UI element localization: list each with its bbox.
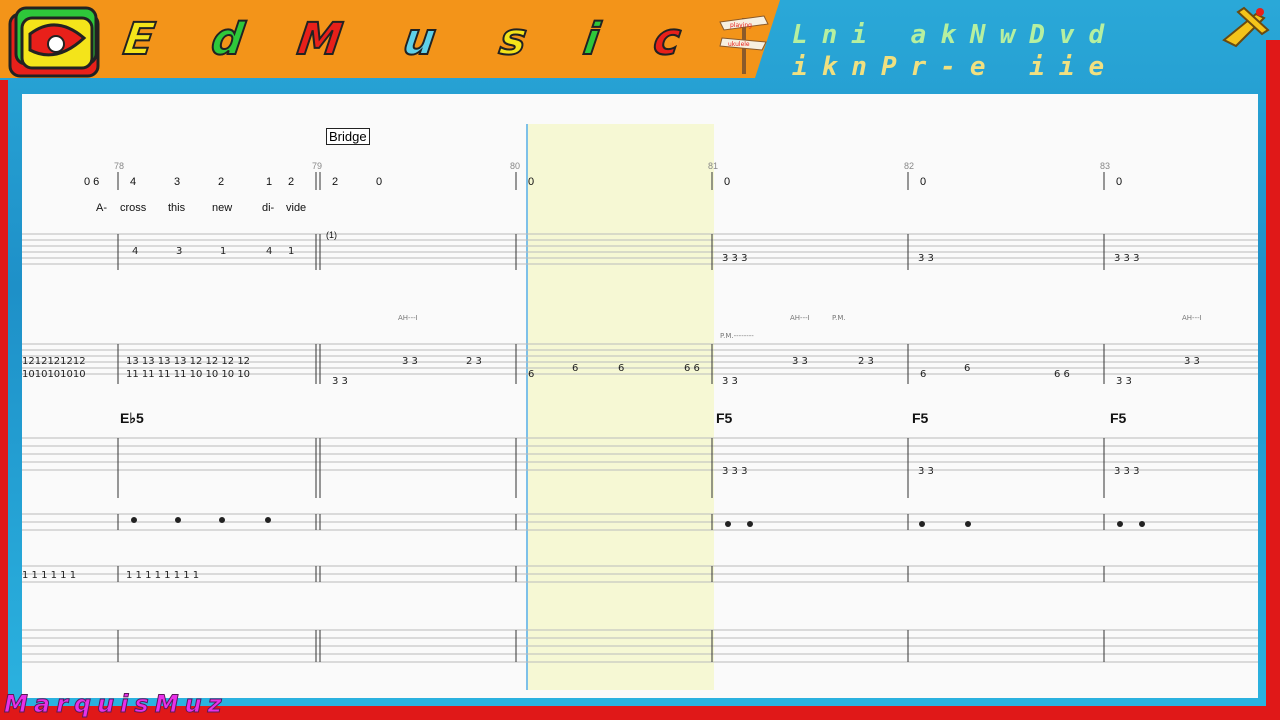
tied-note: (1) bbox=[326, 230, 337, 240]
section-label: Bridge bbox=[326, 128, 370, 145]
lyric-syllable: di- bbox=[262, 202, 275, 214]
vocal-tab-number: 0 bbox=[724, 176, 731, 188]
vocal-tab-number: 2 bbox=[332, 176, 339, 188]
vocal-tab-number: 0 bbox=[528, 176, 535, 188]
svg-text:2 3: 2 3 bbox=[858, 356, 874, 367]
svg-text:3 3: 3 3 bbox=[918, 466, 934, 477]
svg-text:1010101010: 1010101010 bbox=[22, 369, 86, 380]
bar-number: 79 bbox=[312, 161, 323, 171]
chord-symbol: F5 bbox=[912, 410, 929, 426]
vocal-tab-number: 0 bbox=[920, 176, 927, 188]
title-letter-m: M bbox=[293, 13, 346, 66]
svg-text:3 3: 3 3 bbox=[792, 356, 808, 367]
svg-text:3 3 3: 3 3 3 bbox=[722, 466, 747, 477]
score-sheet: 431 41 3 3 33 3 3 3 3 1212121212 10101010… bbox=[22, 94, 1258, 698]
signpost-icon: playing ukulele bbox=[718, 14, 770, 74]
vocal-tab-number: 1 bbox=[266, 176, 273, 188]
channel-logo bbox=[6, 4, 106, 84]
channel-watermark: MarquisMuz bbox=[4, 690, 228, 719]
svg-text:1 1 1 1 1 1: 1 1 1 1 1 1 bbox=[22, 570, 76, 581]
bar-number: 82 bbox=[904, 161, 915, 171]
svg-text:1: 1 bbox=[220, 246, 226, 257]
svg-text:2 3: 2 3 bbox=[466, 356, 482, 367]
bar-number: 80 bbox=[510, 161, 521, 171]
chord-symbol: F5 bbox=[1110, 410, 1127, 426]
airplane-icon bbox=[1216, 0, 1276, 58]
svg-text:3 3 3: 3 3 3 bbox=[1114, 253, 1139, 264]
vocal-tab-number: 4 bbox=[130, 176, 137, 188]
svg-text:3 3: 3 3 bbox=[918, 253, 934, 264]
subtitle-line-2: iknPr-e iie bbox=[792, 52, 1119, 82]
svg-text:3 3: 3 3 bbox=[332, 376, 348, 387]
frame-border-left bbox=[0, 80, 8, 720]
sign-label-playing: playing bbox=[730, 22, 752, 29]
lyric-syllable: vide bbox=[286, 202, 307, 214]
svg-text:6: 6 bbox=[528, 369, 534, 380]
vocal-tab-number: 2 bbox=[288, 176, 295, 188]
frame-border-right bbox=[1266, 40, 1280, 720]
svg-text:1212121212: 1212121212 bbox=[22, 356, 86, 367]
bar-number: 83 bbox=[1100, 161, 1111, 171]
svg-text:3: 3 bbox=[176, 246, 182, 257]
svg-text:6 6: 6 6 bbox=[684, 363, 700, 374]
svg-text:6: 6 bbox=[920, 369, 926, 380]
subtitle-line-1: Lni akNwDvd bbox=[792, 20, 1119, 50]
svg-text:1 1 1 1 1 1 1 1: 1 1 1 1 1 1 1 1 bbox=[126, 570, 199, 581]
svg-text:P.M.--------: P.M.-------- bbox=[720, 332, 754, 340]
vocal-tab-number: 3 bbox=[174, 176, 181, 188]
lyric-syllable: A- bbox=[96, 202, 107, 214]
svg-text:3 3 3: 3 3 3 bbox=[1114, 466, 1139, 477]
vocal-tab-number: 0 bbox=[376, 176, 383, 188]
svg-text:6: 6 bbox=[572, 363, 578, 374]
bar-number: 81 bbox=[708, 161, 719, 171]
sign-label-ukulele: ukulele bbox=[728, 41, 750, 48]
title-letter-d: d bbox=[207, 13, 248, 66]
vocal-tab-number: 0 6 bbox=[84, 176, 100, 188]
lyric-syllable: this bbox=[168, 202, 186, 214]
svg-text:AH---I: AH---I bbox=[790, 314, 810, 322]
svg-text:3 3: 3 3 bbox=[1116, 376, 1132, 387]
svg-text:6 6: 6 6 bbox=[1054, 369, 1070, 380]
vocal-tab-number: 0 bbox=[1116, 176, 1123, 188]
svg-text:AH---I: AH---I bbox=[1182, 314, 1202, 322]
svg-text:11 11 11 11 10 10 10 10: 11 11 11 11 10 10 10 10 bbox=[126, 369, 250, 380]
vocal-tab-number: 2 bbox=[218, 176, 225, 188]
svg-text:4: 4 bbox=[266, 246, 272, 257]
svg-text:3 3: 3 3 bbox=[722, 376, 738, 387]
bar-number: 78 bbox=[114, 161, 125, 171]
svg-text:6: 6 bbox=[618, 363, 624, 374]
chord-symbol: F5 bbox=[716, 410, 733, 426]
svg-text:3 3 3: 3 3 3 bbox=[722, 253, 747, 264]
svg-text:1: 1 bbox=[288, 246, 294, 257]
lyric-syllable: cross bbox=[120, 202, 147, 214]
lyric-syllable: new bbox=[212, 202, 233, 214]
svg-text:13 13 13 13 12 12 12 12: 13 13 13 13 12 12 12 12 bbox=[126, 356, 250, 367]
chord-symbol: E♭5 bbox=[120, 410, 144, 426]
svg-text:3 3: 3 3 bbox=[1184, 356, 1200, 367]
svg-text:6: 6 bbox=[964, 363, 970, 374]
svg-text:AH---I: AH---I bbox=[398, 314, 418, 322]
svg-text:3 3: 3 3 bbox=[402, 356, 418, 367]
svg-text:4: 4 bbox=[132, 246, 138, 257]
score-staves: 431 41 3 3 33 3 3 3 3 121212121210101010… bbox=[22, 172, 1258, 663]
svg-text:P.M.: P.M. bbox=[832, 314, 846, 322]
